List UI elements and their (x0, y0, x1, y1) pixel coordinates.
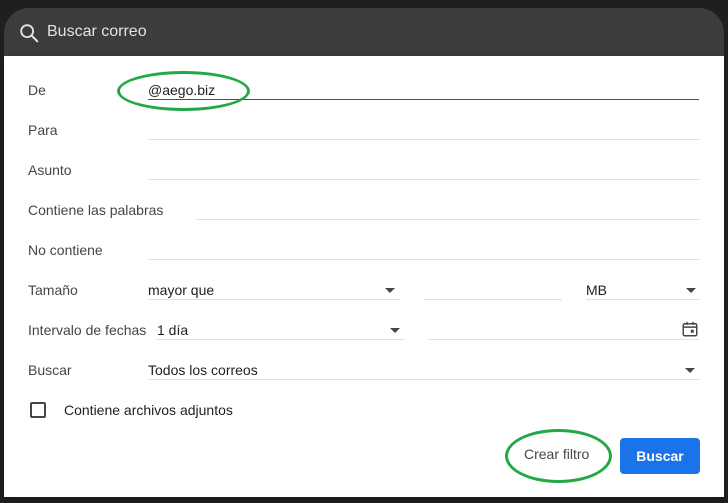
search-icon[interactable] (18, 22, 40, 44)
date-range-underline (157, 339, 405, 340)
search-button[interactable]: Buscar (620, 438, 700, 474)
not-has-label: No contiene (28, 242, 103, 258)
search-in-label: Buscar (28, 362, 72, 378)
not-has-input[interactable] (148, 259, 699, 260)
date-range-label: Intervalo de fechas (28, 322, 147, 338)
chevron-down-icon[interactable] (685, 368, 695, 373)
has-words-label: Contiene las palabras (28, 202, 164, 218)
attachments-checkbox[interactable] (30, 402, 46, 418)
search-input[interactable]: Buscar correo (47, 23, 147, 41)
size-label: Tamaño (28, 282, 78, 298)
window-edge (724, 56, 728, 503)
chevron-down-icon[interactable] (686, 288, 696, 293)
from-underline (148, 99, 699, 100)
size-operator-select[interactable]: mayor que (148, 282, 214, 298)
from-label: De (28, 82, 46, 98)
search-bar[interactable]: Buscar correo (4, 8, 724, 58)
search-in-select[interactable]: Todos los correos (148, 362, 258, 378)
size-amount-input[interactable] (424, 299, 562, 300)
size-unit-select[interactable]: MB (586, 282, 607, 298)
chevron-down-icon[interactable] (385, 288, 395, 293)
has-words-input[interactable] (196, 219, 699, 220)
calendar-icon[interactable] (681, 320, 699, 338)
size-unit-underline (586, 299, 699, 300)
attachments-label: Contiene archivos adjuntos (64, 402, 233, 418)
subject-input[interactable] (148, 179, 699, 180)
chevron-down-icon[interactable] (390, 328, 400, 333)
size-operator-underline (148, 299, 400, 300)
subject-label: Asunto (28, 162, 72, 178)
advanced-search-panel: De @aego.biz Para Asunto Contiene las pa… (4, 56, 724, 497)
date-input[interactable] (428, 339, 699, 340)
create-filter-button[interactable]: Crear filtro (516, 436, 597, 472)
from-input[interactable]: @aego.biz (148, 82, 215, 98)
date-range-select[interactable]: 1 día (157, 322, 188, 338)
search-in-underline (148, 379, 699, 380)
to-input[interactable] (148, 139, 699, 140)
to-label: Para (28, 122, 58, 138)
